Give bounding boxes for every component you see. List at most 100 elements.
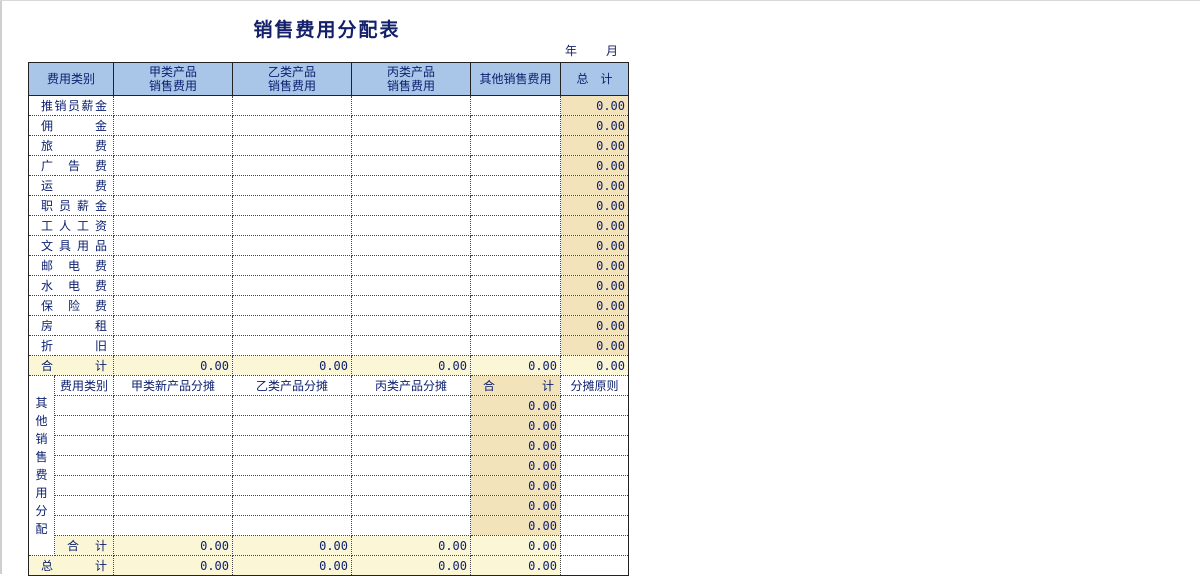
expense-category-cell[interactable]: 文具用品 (27, 235, 115, 256)
alloc-basis-cell[interactable] (560, 495, 630, 516)
grand-total-b[interactable]: 0.00 (232, 555, 353, 576)
product-b-cell[interactable] (232, 195, 353, 216)
alloc-basis-cell[interactable] (560, 435, 630, 456)
alloc-total-cell[interactable]: 0.00 (470, 495, 562, 516)
subtotal-b[interactable]: 0.00 (232, 355, 353, 376)
row-total-cell[interactable]: 0.00 (560, 155, 630, 176)
alloc-a-cell[interactable] (113, 495, 234, 516)
expense-category-cell[interactable]: 旅费 (27, 135, 115, 156)
row-total-cell[interactable]: 0.00 (560, 275, 630, 296)
product-a-cell[interactable] (113, 135, 234, 156)
header-other[interactable]: 其他销售费用 (470, 62, 562, 96)
header-product-c[interactable]: 丙类产品 销售费用 (351, 62, 472, 96)
other-expense-cell[interactable] (470, 295, 562, 316)
alloc-category-cell[interactable] (53, 495, 115, 516)
alloc-category-cell[interactable] (53, 515, 115, 536)
expense-category-cell[interactable]: 保险费 (27, 295, 115, 316)
product-a-cell[interactable] (113, 335, 234, 356)
grand-total-c[interactable]: 0.00 (351, 555, 472, 576)
alloc-total-cell[interactable]: 0.00 (470, 515, 562, 536)
alloc-a-cell[interactable] (113, 415, 234, 436)
row-total-cell[interactable]: 0.00 (560, 95, 630, 116)
expense-category-cell[interactable]: 佣金 (27, 115, 115, 136)
subtotal-total[interactable]: 0.00 (560, 355, 630, 376)
grand-total-total[interactable]: 0.00 (470, 555, 562, 576)
expense-category-cell[interactable]: 推销员薪金 (27, 95, 115, 116)
alloc-basis-cell[interactable] (560, 395, 630, 416)
product-b-cell[interactable] (232, 295, 353, 316)
expense-category-cell[interactable]: 工人工资 (27, 215, 115, 236)
alloc-b-cell[interactable] (232, 455, 353, 476)
alloc-a-cell[interactable] (113, 475, 234, 496)
row-total-cell[interactable]: 0.00 (560, 175, 630, 196)
product-a-cell[interactable] (113, 95, 234, 116)
alloc-c-cell[interactable] (351, 495, 472, 516)
alloc-b-cell[interactable] (232, 435, 353, 456)
grand-total-blank[interactable] (560, 555, 630, 576)
product-b-cell[interactable] (232, 315, 353, 336)
row-total-cell[interactable]: 0.00 (560, 255, 630, 276)
alloc-subtotal-b[interactable]: 0.00 (232, 535, 353, 556)
row-total-cell[interactable]: 0.00 (560, 295, 630, 316)
product-b-cell[interactable] (232, 235, 353, 256)
alloc-basis-cell[interactable] (560, 515, 630, 536)
product-b-cell[interactable] (232, 95, 353, 116)
alloc-a-cell[interactable] (113, 395, 234, 416)
other-expense-cell[interactable] (470, 335, 562, 356)
header-product-a[interactable]: 甲类产品 销售费用 (113, 62, 234, 96)
header-total[interactable]: 总 计 (560, 62, 630, 96)
alloc-header-category[interactable]: 费用类别 (53, 375, 115, 396)
expense-category-cell[interactable]: 折旧 (27, 335, 115, 356)
grand-total-a[interactable]: 0.00 (113, 555, 234, 576)
alloc-header-b[interactable]: 乙类产品分摊 (232, 375, 353, 396)
alloc-total-cell[interactable]: 0.00 (470, 395, 562, 416)
product-c-cell[interactable] (351, 335, 472, 356)
product-a-cell[interactable] (113, 275, 234, 296)
grand-total-label[interactable]: 总计 (27, 555, 115, 576)
alloc-basis-cell[interactable] (560, 415, 630, 436)
other-expense-cell[interactable] (470, 115, 562, 136)
expense-category-cell[interactable]: 职员薪金 (27, 195, 115, 216)
product-c-cell[interactable] (351, 115, 472, 136)
other-expense-cell[interactable] (470, 215, 562, 236)
row-total-cell[interactable]: 0.00 (560, 215, 630, 236)
expense-category-cell[interactable]: 房租 (27, 315, 115, 336)
header-product-b[interactable]: 乙类产品 销售费用 (232, 62, 353, 96)
alloc-subtotal-label[interactable]: 合计 (53, 535, 115, 556)
alloc-c-cell[interactable] (351, 395, 472, 416)
alloc-total-cell[interactable]: 0.00 (470, 455, 562, 476)
product-a-cell[interactable] (113, 215, 234, 236)
alloc-subtotal-total[interactable]: 0.00 (470, 535, 562, 556)
subtotal-other[interactable]: 0.00 (470, 355, 562, 376)
product-b-cell[interactable] (232, 275, 353, 296)
product-a-cell[interactable] (113, 175, 234, 196)
alloc-header-basis[interactable]: 分摊原则 (560, 375, 630, 396)
alloc-total-cell[interactable]: 0.00 (470, 475, 562, 496)
product-b-cell[interactable] (232, 115, 353, 136)
alloc-header-c[interactable]: 丙类产品分摊 (351, 375, 472, 396)
product-a-cell[interactable] (113, 195, 234, 216)
product-a-cell[interactable] (113, 255, 234, 276)
product-c-cell[interactable] (351, 95, 472, 116)
product-a-cell[interactable] (113, 235, 234, 256)
alloc-b-cell[interactable] (232, 475, 353, 496)
product-c-cell[interactable] (351, 175, 472, 196)
product-c-cell[interactable] (351, 315, 472, 336)
product-b-cell[interactable] (232, 135, 353, 156)
subtotal-c[interactable]: 0.00 (351, 355, 472, 376)
row-total-cell[interactable]: 0.00 (560, 135, 630, 156)
alloc-subtotal-c[interactable]: 0.00 (351, 535, 472, 556)
alloc-category-cell[interactable] (53, 475, 115, 496)
alloc-a-cell[interactable] (113, 435, 234, 456)
alloc-c-cell[interactable] (351, 515, 472, 536)
row-total-cell[interactable]: 0.00 (560, 235, 630, 256)
alloc-basis-cell[interactable] (560, 455, 630, 476)
product-a-cell[interactable] (113, 315, 234, 336)
other-expense-cell[interactable] (470, 275, 562, 296)
product-c-cell[interactable] (351, 275, 472, 296)
alloc-subtotal-a[interactable]: 0.00 (113, 535, 234, 556)
alloc-subtotal-basis[interactable] (560, 535, 630, 556)
other-expense-cell[interactable] (470, 235, 562, 256)
other-expense-cell[interactable] (470, 255, 562, 276)
header-category[interactable]: 费用类别 (27, 62, 115, 96)
